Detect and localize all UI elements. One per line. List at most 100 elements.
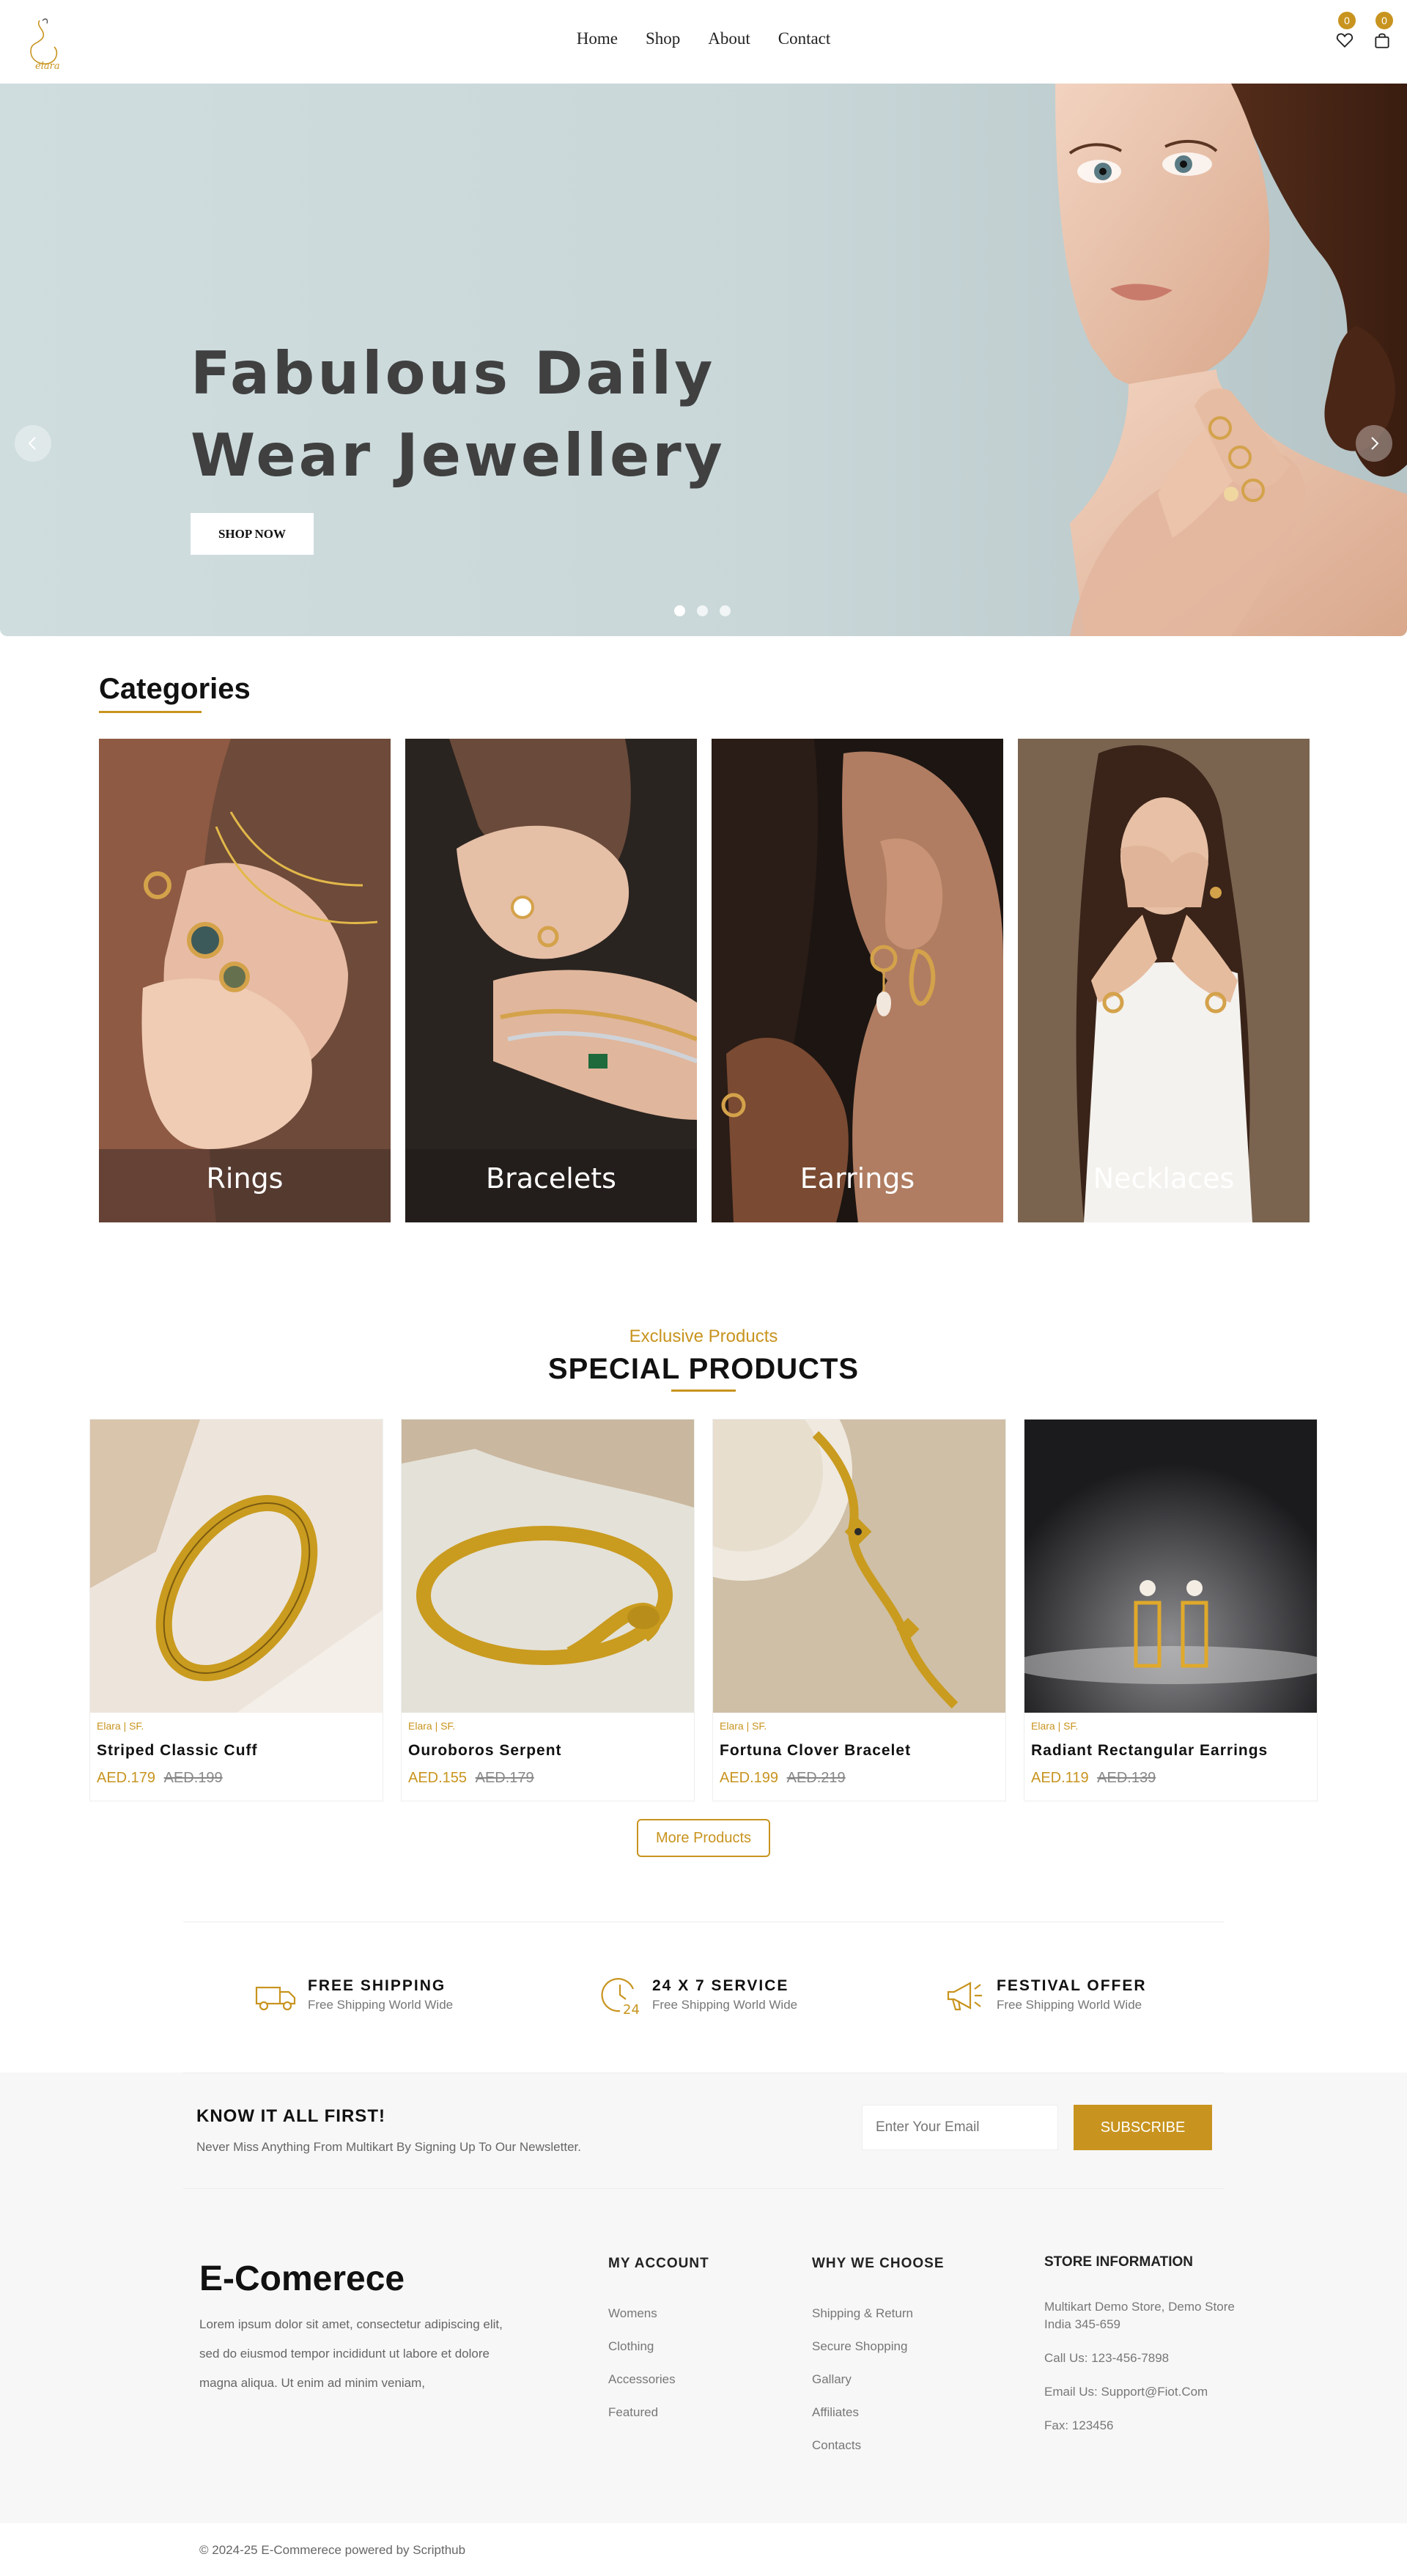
wishlist-button[interactable]: 0 [1335, 12, 1357, 53]
service-title: FREE SHIPPING [308, 1977, 446, 1994]
product-image[interactable] [90, 1420, 383, 1713]
footer-my-account: MY ACCOUNT Womens Clothing Accessories F… [608, 2256, 709, 2429]
svg-text:elara: elara [35, 61, 60, 72]
footer-link-accessories[interactable]: Accessories [608, 2363, 709, 2396]
footer-link-shipping[interactable]: Shipping & Return [812, 2297, 945, 2330]
special-products-heading: SPECIAL PRODUCTS [547, 1353, 860, 1385]
category-label: Bracelets [486, 1162, 616, 1195]
nav-shop[interactable]: Shop [646, 29, 680, 48]
footer-link-contacts[interactable]: Contacts [812, 2429, 945, 2462]
truck-icon [255, 1986, 296, 2011]
hero-title-line-1: Fabulous Daily [191, 339, 716, 407]
product-card[interactable]: Elara | SF. Ouroboros Serpent AED.155 AE… [401, 1419, 695, 1801]
product-name[interactable]: Fortuna Clover Bracelet [720, 1742, 999, 1760]
newsletter-email-input[interactable] [862, 2105, 1058, 2150]
chevron-right-icon [1371, 437, 1379, 450]
footer-store-information: STORE INFORMATION Multikart Demo Store, … [1044, 2254, 1242, 2435]
price-current: AED.179 [97, 1770, 156, 1786]
divider [183, 2188, 1224, 2189]
category-card-earrings[interactable]: Earrings [712, 739, 1003, 1222]
price-current: AED.119 [1031, 1770, 1089, 1786]
hero-model-image [1055, 84, 1407, 636]
category-label: Necklaces [1093, 1162, 1235, 1195]
heart-icon [1336, 33, 1354, 48]
footer-link-gallary[interactable]: Gallary [812, 2363, 945, 2396]
product-grid: Elara | SF. Striped Classic Cuff AED.179… [89, 1419, 1318, 1801]
hero-dot-2[interactable] [697, 605, 708, 616]
service-24x7: 24 24 X 7 SERVICE Free Shipping World Wi… [598, 1973, 797, 2017]
service-title: FESTIVAL OFFER [997, 1977, 1147, 1994]
category-label: Rings [206, 1162, 284, 1195]
product-image[interactable] [1024, 1420, 1317, 1713]
subscribe-button[interactable]: SUBSCRIBE [1074, 2105, 1212, 2150]
service-title: 24 X 7 SERVICE [652, 1977, 789, 1994]
megaphone-icon [947, 1982, 982, 2011]
hero-dot-3[interactable] [720, 605, 731, 616]
chevron-left-icon [28, 437, 36, 450]
service-subtitle: Free Shipping World Wide [652, 1998, 798, 2012]
hero-title-line-2: Wear Jewellery [191, 421, 725, 490]
product-image[interactable] [713, 1420, 1005, 1713]
service-festival-offer: FESTIVAL OFFER Free Shipping World Wide [942, 1973, 1147, 2017]
category-label: Earrings [799, 1162, 915, 1195]
footer-link-clothing[interactable]: Clothing [608, 2330, 709, 2363]
special-kicker: Exclusive Products [629, 1326, 778, 1346]
cart-button[interactable]: 0 [1373, 12, 1395, 53]
shop-now-button[interactable]: SHOP NOW [191, 513, 314, 555]
category-card-bracelets[interactable]: Bracelets [405, 739, 697, 1222]
site-header: elara Home Shop About Contact 0 0 [0, 0, 1407, 84]
store-phone: Call Us: 123-456-7898 [1044, 2351, 1170, 2365]
svg-text:24: 24 [623, 2002, 640, 2017]
product-image[interactable] [402, 1420, 694, 1713]
newsletter-subtitle: Never Miss Anything From Multikart By Si… [196, 2140, 581, 2154]
footer-link-womens[interactable]: Womens [608, 2297, 709, 2330]
product-price: AED.179 AED.199 [97, 1770, 376, 1787]
nav-about[interactable]: About [708, 29, 750, 48]
main-nav: Home Shop About Contact [0, 29, 1407, 48]
categories-underline [99, 711, 202, 713]
category-grid: Rings Bracelets Earrings Necklaces [99, 739, 1310, 1222]
special-underline [671, 1390, 736, 1392]
footer-column-title: WHY WE CHOOSE [812, 2256, 945, 2271]
product-price: AED.119 AED.139 [1031, 1770, 1310, 1787]
hero-next-button[interactable] [1356, 425, 1392, 462]
footer-link-secure[interactable]: Secure Shopping [812, 2330, 945, 2363]
price-original: AED.139 [1097, 1770, 1156, 1786]
product-name[interactable]: Striped Classic Cuff [97, 1742, 376, 1760]
product-brand: Elara | SF. [97, 1720, 144, 1732]
category-card-rings[interactable]: Rings [99, 739, 391, 1222]
footer-brand: E-Comerece [199, 2259, 405, 2298]
nav-home[interactable]: Home [577, 29, 618, 48]
price-current: AED.155 [408, 1770, 468, 1786]
product-card[interactable]: Elara | SF. Striped Classic Cuff AED.179… [89, 1419, 383, 1801]
service-free-shipping: FREE SHIPPING Free Shipping World Wide [254, 1973, 453, 2017]
nav-contact[interactable]: Contact [778, 29, 831, 48]
cart-count-badge: 0 [1375, 12, 1393, 29]
store-address: Multikart Demo Store, Demo Store India 3… [1044, 2300, 1235, 2331]
product-name[interactable]: Ouroboros Serpent [408, 1742, 687, 1760]
shopping-bag-icon [1375, 33, 1389, 48]
earrings-category-image [712, 739, 1003, 1222]
store-fax: Fax: 123456 [1044, 2418, 1114, 2432]
footer-link-featured[interactable]: Featured [608, 2396, 709, 2429]
wishlist-count-badge: 0 [1338, 12, 1356, 29]
rings-category-image [99, 739, 391, 1222]
service-subtitle: Free Shipping World Wide [308, 1998, 454, 2012]
product-card[interactable]: Elara | SF. Radiant Rectangular Earrings… [1024, 1419, 1318, 1801]
more-products-button[interactable]: More Products [637, 1819, 770, 1857]
product-brand: Elara | SF. [408, 1720, 456, 1732]
newsletter-title: KNOW IT ALL FIRST! [196, 2106, 385, 2126]
hero-pagination [674, 605, 731, 616]
product-name[interactable]: Radiant Rectangular Earrings [1031, 1742, 1310, 1760]
product-brand: Elara | SF. [720, 1720, 767, 1732]
hero-dot-1[interactable] [674, 605, 685, 616]
categories-heading: Categories [99, 673, 251, 705]
bracelets-category-image [405, 739, 697, 1222]
category-card-necklaces[interactable]: Necklaces [1018, 739, 1310, 1222]
product-brand: Elara | SF. [1031, 1720, 1079, 1732]
product-card[interactable]: Elara | SF. Fortuna Clover Bracelet AED.… [712, 1419, 1006, 1801]
service-subtitle: Free Shipping World Wide [997, 1998, 1142, 2012]
footer-why-we-choose: WHY WE CHOOSE Shipping & Return Secure S… [812, 2256, 945, 2462]
footer-link-affiliates[interactable]: Affiliates [812, 2396, 945, 2429]
hero-prev-button[interactable] [15, 425, 51, 462]
